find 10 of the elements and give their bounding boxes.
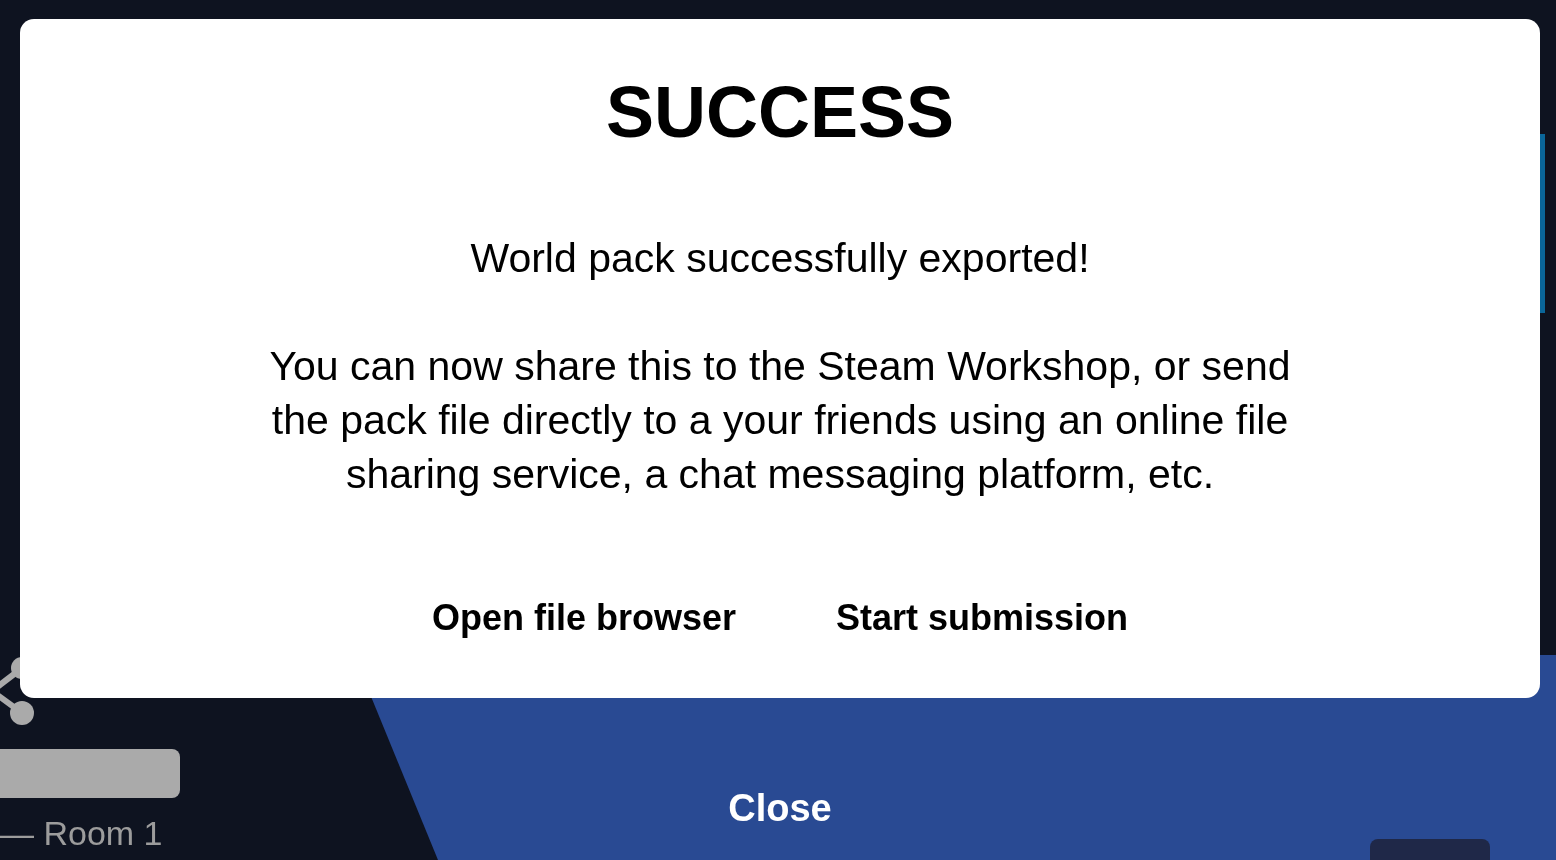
panel-tab[interactable] bbox=[1370, 839, 1490, 860]
name-bar[interactable] bbox=[0, 749, 180, 798]
dialog-action-button[interactable]: Open file browser bbox=[429, 590, 738, 646]
dialog-message: World pack successfully exported! bbox=[470, 234, 1090, 283]
dialog-details: You can now share this to the Steam Workshop, or send the pack file directly to a your friends using an online file sharing service, a chat messaging platform, etc. bbox=[268, 342, 1292, 499]
dialog-title: SUCCESS bbox=[605, 76, 955, 148]
close-button[interactable]: Close bbox=[722, 782, 838, 834]
room-label: — Room 1 bbox=[0, 813, 163, 853]
scroll-thumb[interactable] bbox=[1540, 134, 1545, 313]
dialog-action-button[interactable]: Start submission bbox=[834, 590, 1131, 646]
